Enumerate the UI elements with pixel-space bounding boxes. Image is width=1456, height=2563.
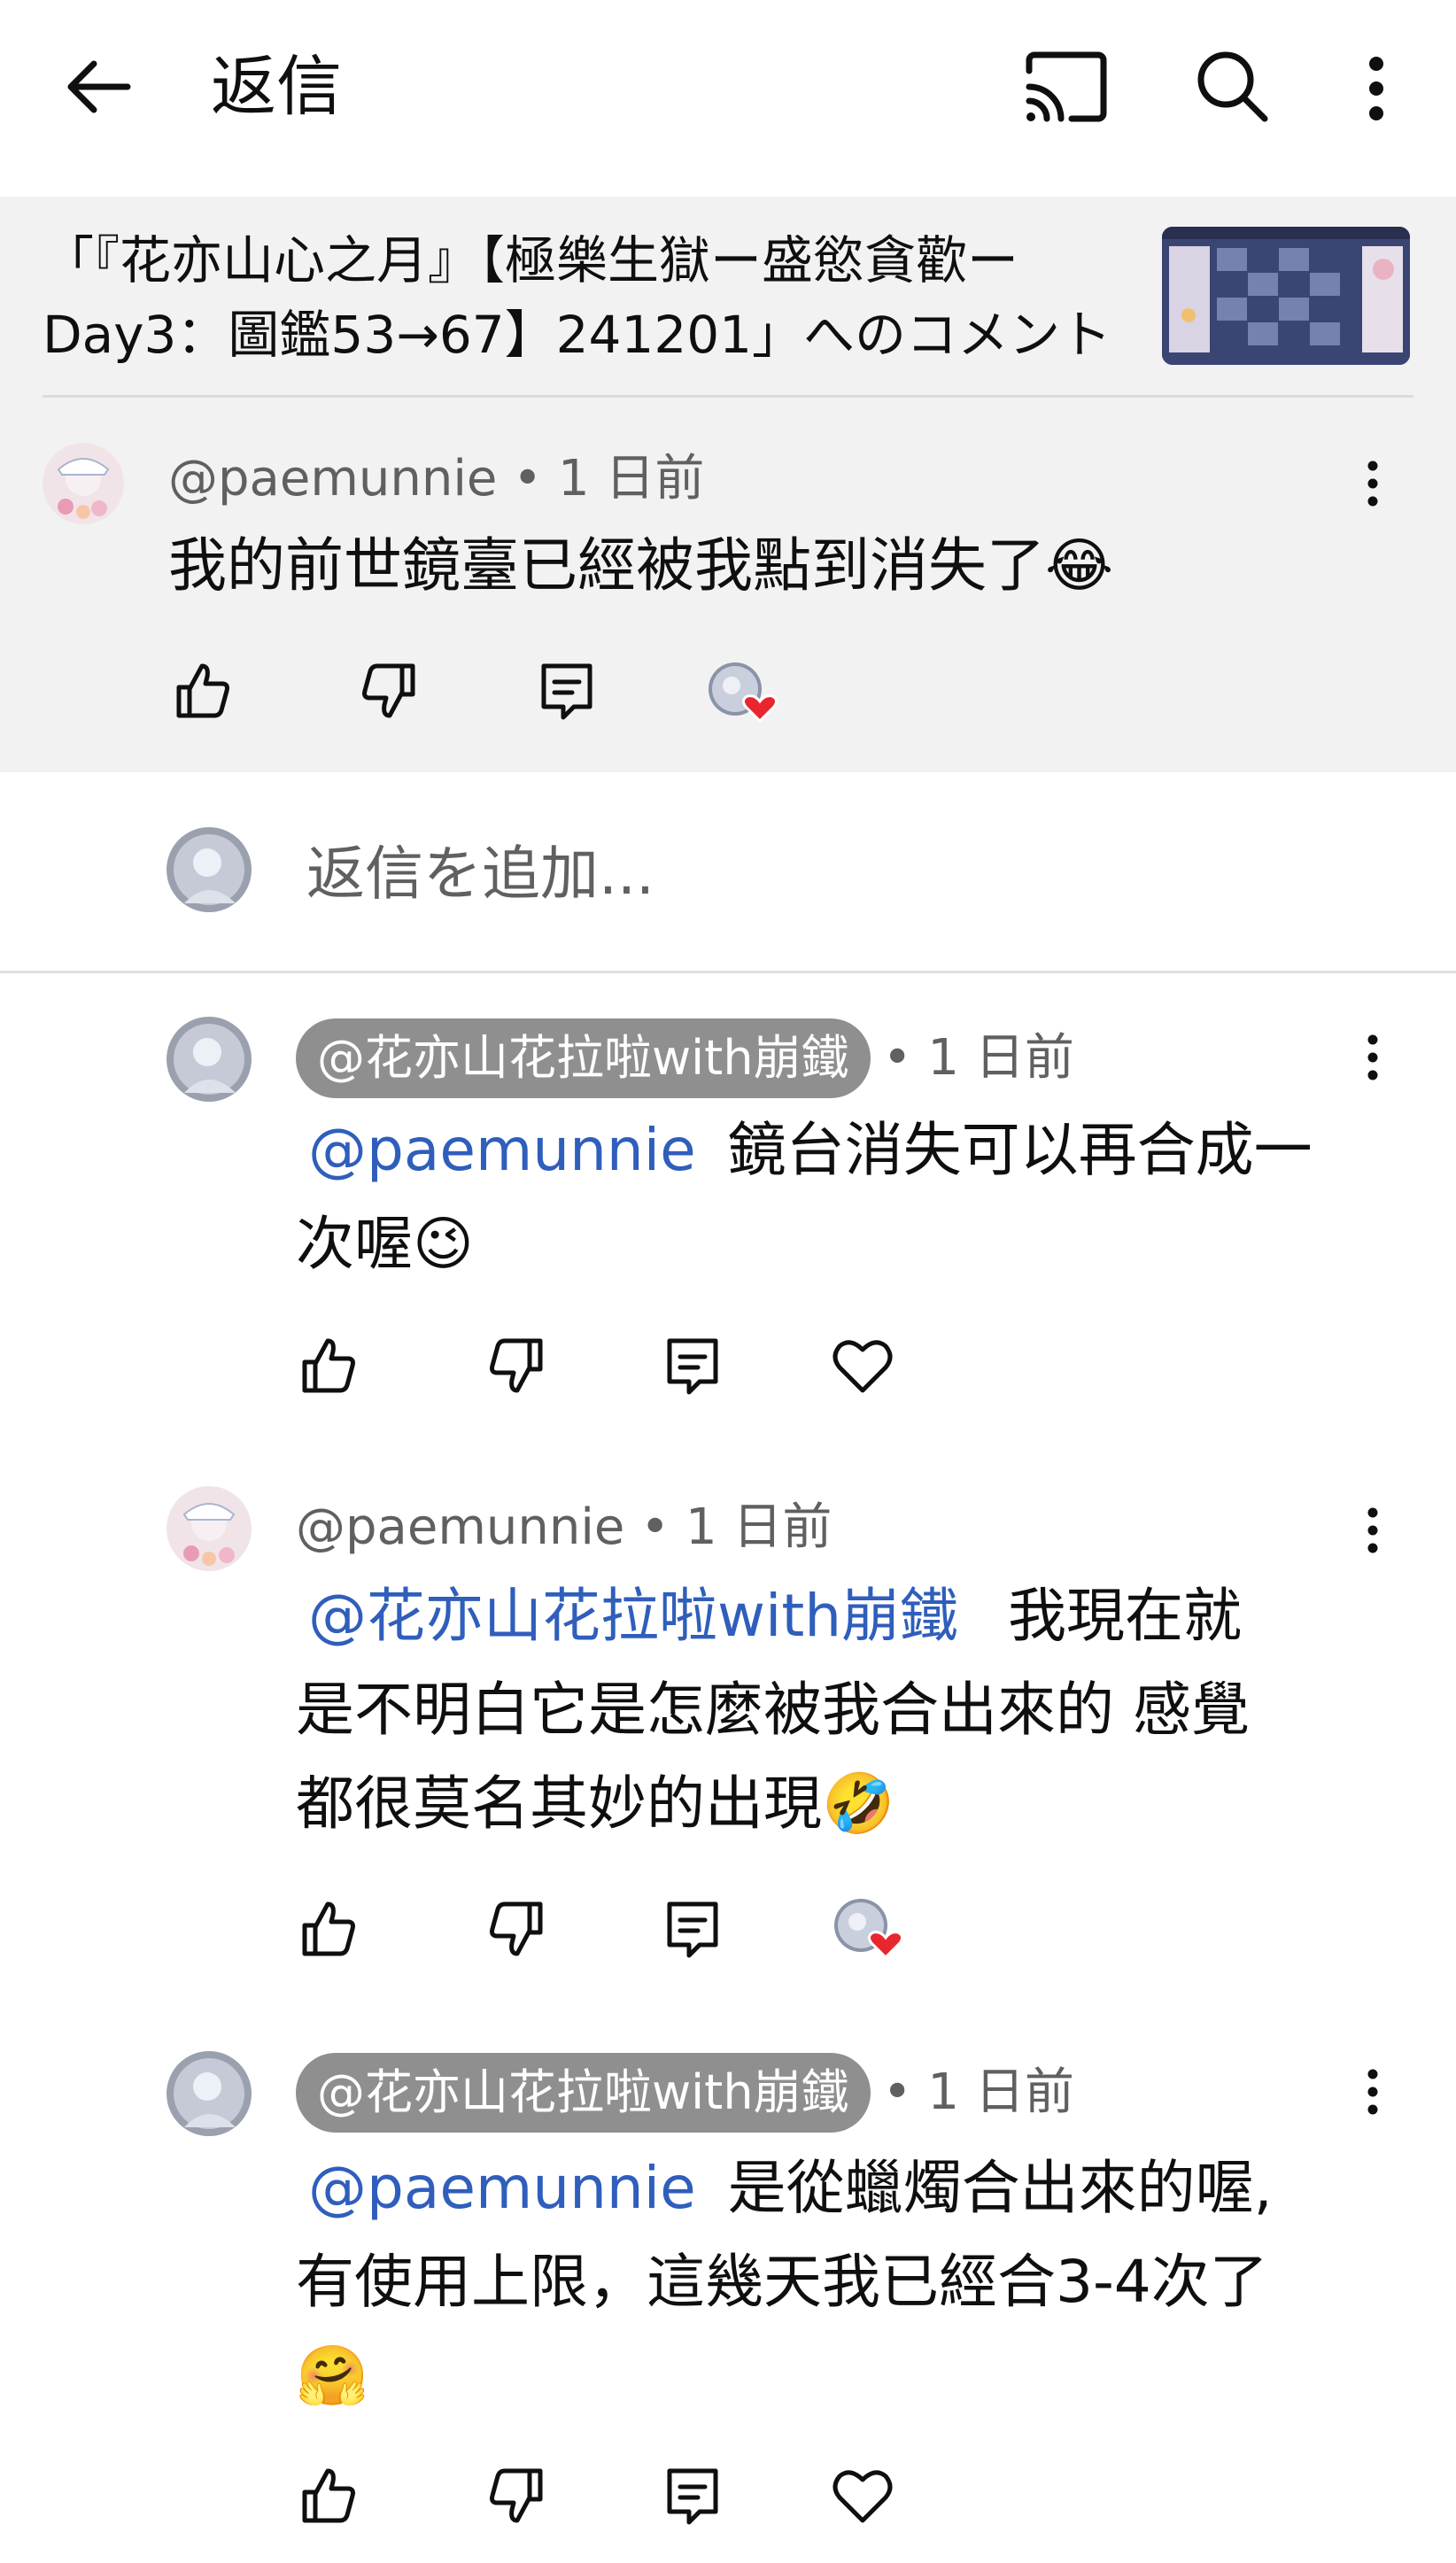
reply-icon <box>667 2468 718 2525</box>
video-title[interactable]: 「『花亦山心之月』【極樂生獄ー盛慾貪歡ー Day3：圖鑑53→67】241201… <box>43 223 1158 372</box>
avatar-image <box>167 1017 252 1102</box>
comment-line: 都很莫名其妙的出現🤣 <box>296 1769 895 1838</box>
thumb-up-icon <box>302 1338 355 1393</box>
dislike-button[interactable] <box>354 655 425 726</box>
comment-author[interactable]: @paemunnie • 1 日前 <box>296 1497 832 1559</box>
creator-heart-icon <box>834 1899 904 1960</box>
creator-handle-chip: @花亦山花拉啦with崩鐵 <box>296 2053 871 2133</box>
avatar[interactable] <box>167 1486 252 1571</box>
back-button[interactable] <box>53 44 142 133</box>
like-button[interactable] <box>292 1893 363 1964</box>
author-handle: @paemunnie <box>168 450 498 507</box>
more-vert-icon <box>1369 57 1383 120</box>
comment-text-part: 是從蠟燭合出來的喔, <box>727 2154 1273 2222</box>
search-button[interactable] <box>1187 39 1279 131</box>
like-button[interactable] <box>292 2460 363 2531</box>
creator-heart-badge <box>831 1895 910 1966</box>
comment-menu-button[interactable] <box>1355 1497 1390 1568</box>
more-vert-icon <box>1367 1034 1378 1080</box>
comment-author[interactable]: @paemunnie • 1 日前 <box>168 448 704 510</box>
cast-icon <box>1026 51 1107 122</box>
reply-button[interactable] <box>531 655 602 726</box>
more-options-button[interactable] <box>1341 43 1412 135</box>
comment-line: @花亦山花拉啦with崩鐵 我現在就 <box>296 1569 1376 1663</box>
divider <box>43 395 1413 398</box>
avatar-image <box>43 443 124 524</box>
thumb-down-icon <box>490 1338 543 1393</box>
avatar-image <box>167 827 252 912</box>
comment-text-part: 鏡台消失可以再合成一 <box>727 1116 1313 1184</box>
creator-heart-icon <box>709 662 778 724</box>
comment-text: @paemunnie 是從蠟燭合出來的喔, 有使用上限，這幾天我已經合3-4次了 … <box>296 2141 1376 2423</box>
reply-button[interactable] <box>657 1893 728 1964</box>
thumb-up-icon <box>302 2468 355 2523</box>
heart-icon <box>833 2470 893 2523</box>
comment-line: 有使用上限，這幾天我已經合3-4次了 <box>296 2248 1268 2316</box>
dislike-button[interactable] <box>482 2460 553 2531</box>
avatar[interactable] <box>167 2051 252 2136</box>
more-vert-icon <box>1367 1507 1378 1553</box>
comment-time: • 1 日前 <box>882 2064 1074 2121</box>
author-handle: @paemunnie <box>296 1498 625 1556</box>
comment-text-part: 我現在就 <box>1008 1582 1243 1650</box>
thumb-down-icon <box>362 663 415 718</box>
thumb-down-icon <box>490 1901 543 1956</box>
comment-menu-button[interactable] <box>1355 1024 1390 1095</box>
comment-author[interactable]: @花亦山花拉啦with崩鐵 • 1 日前 <box>296 2053 1074 2133</box>
dislike-button[interactable] <box>482 1330 553 1401</box>
divider <box>0 971 1456 973</box>
comment-line: @paemunnie 是從蠟燭合出來的喔, <box>296 2141 1376 2235</box>
more-vert-icon <box>1367 461 1378 507</box>
creator-handle-chip: @花亦山花拉啦with崩鐵 <box>296 1018 871 1098</box>
more-vert-icon <box>1367 2069 1378 2115</box>
thumb-down-icon <box>490 2468 543 2523</box>
comment-author[interactable]: @花亦山花拉啦with崩鐵 • 1 日前 <box>296 1018 1074 1098</box>
search-icon <box>1197 51 1268 122</box>
comment-text: @花亦山花拉啦with崩鐵 我現在就 是不明白它是怎麼被我合出來的 感覺 都很莫名… <box>296 1569 1376 1851</box>
comment-menu-button[interactable] <box>1355 450 1390 521</box>
reply-icon <box>667 1901 718 1958</box>
reply-input[interactable]: 返信を追加... <box>306 834 654 914</box>
comment-time: • 1 日前 <box>640 1498 833 1556</box>
video-title-line-2: Day3：圖鑑53→67】241201」へのコメント <box>43 305 1112 365</box>
thumb-up-icon <box>302 1901 355 1956</box>
reply-button[interactable] <box>657 1330 728 1401</box>
thumbnail-image <box>1162 227 1410 365</box>
thumb-up-icon <box>176 663 229 718</box>
heart-button[interactable] <box>827 2460 898 2531</box>
heart-icon <box>833 1340 893 1393</box>
heart-button[interactable] <box>827 1330 898 1401</box>
avatar[interactable] <box>167 1017 252 1102</box>
like-button[interactable] <box>292 1330 363 1401</box>
comment-menu-button[interactable] <box>1355 2058 1390 2129</box>
video-title-line-1: 「『花亦山心之月』【極樂生獄ー盛慾貪歡ー <box>43 230 1019 290</box>
comment-time: • 1 日前 <box>513 450 705 507</box>
avatar-image <box>167 2051 252 2136</box>
dislike-button[interactable] <box>482 1893 553 1964</box>
comment-line: 次喔😉 <box>296 1210 474 1278</box>
cast-button[interactable] <box>1020 43 1112 135</box>
reply-button[interactable] <box>657 2460 728 2531</box>
mention-link[interactable]: @花亦山花拉啦with崩鐵 <box>308 1582 958 1650</box>
mention-link[interactable]: @paemunnie <box>308 1116 696 1184</box>
comment-line: 🤗 <box>296 2342 369 2410</box>
like-button[interactable] <box>167 655 237 726</box>
mention-link[interactable]: @paemunnie <box>308 2154 696 2222</box>
comment-text: @paemunnie 鏡台消失可以再合成一 次喔😉 <box>296 1103 1359 1291</box>
back-arrow-icon <box>67 60 131 113</box>
reply-icon <box>541 663 592 720</box>
page-title: 返信 <box>211 49 342 125</box>
comment-time: • 1 日前 <box>882 1029 1074 1087</box>
comment-line: @paemunnie 鏡台消失可以再合成一 <box>296 1103 1359 1197</box>
comment-line: 是不明白它是怎麼被我合出來的 感覺 <box>296 1676 1250 1744</box>
avatar[interactable] <box>43 443 124 524</box>
creator-heart-badge <box>705 659 785 730</box>
comment-text: 我的前世鏡臺已經被我點到消失了😂 <box>168 531 1114 600</box>
own-avatar <box>167 827 252 912</box>
reply-icon <box>667 1338 718 1395</box>
avatar-image <box>167 1486 252 1571</box>
video-thumbnail[interactable] <box>1162 227 1410 365</box>
